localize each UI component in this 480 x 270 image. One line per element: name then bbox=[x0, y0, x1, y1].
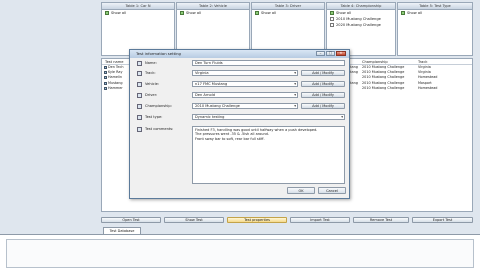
filter-panel-header: Table 3: Driver bbox=[252, 3, 324, 10]
field-dropdown[interactable]: n17 FMC Mustang bbox=[192, 81, 298, 87]
dialog-title-bar[interactable]: Test information setting – □ ✕ bbox=[130, 50, 349, 58]
remove-test-button[interactable]: Remove Test bbox=[353, 217, 409, 223]
filter-row[interactable]: Show all bbox=[398, 10, 472, 16]
field-label: Track: bbox=[145, 71, 156, 75]
filter-row-label: Show all bbox=[261, 11, 277, 15]
folder-icon bbox=[330, 11, 334, 15]
comments-textarea[interactable]: Finished F3, handling was good until hal… bbox=[192, 126, 345, 184]
field-icon bbox=[137, 115, 142, 120]
filter-panel-championship[interactable]: Table 4: Championship Show all 2010 Must… bbox=[326, 2, 396, 56]
column-header-track[interactable]: Track bbox=[418, 59, 458, 64]
filter-row-label: Show all bbox=[186, 11, 202, 15]
field-label: Test type: bbox=[145, 115, 163, 119]
field-label: Driver: bbox=[145, 93, 158, 97]
folder-icon bbox=[255, 11, 259, 15]
field-input[interactable]: Den Turn Fluids bbox=[192, 60, 345, 66]
filter-row-label: 2010 Mustang Challenge bbox=[336, 17, 381, 21]
bottom-panel-inner bbox=[6, 239, 474, 268]
field-label: Name: bbox=[145, 61, 157, 65]
column-header-championship[interactable]: Championship bbox=[362, 59, 418, 64]
field-icon bbox=[137, 104, 142, 109]
test-info-dialog[interactable]: Test information setting – □ ✕ Name: Den … bbox=[129, 49, 350, 199]
filter-panel-header: Table 1: Car N bbox=[102, 3, 174, 10]
column-header-test-name[interactable]: Test name bbox=[102, 59, 132, 64]
import-test-button[interactable]: Import Test bbox=[290, 217, 350, 223]
test-icon bbox=[104, 71, 107, 75]
add-modify-button[interactable]: Add / Modify bbox=[301, 70, 345, 76]
add-modify-button[interactable]: Add / Modify bbox=[301, 92, 345, 98]
filter-row[interactable]: Show all bbox=[102, 10, 174, 16]
test-properties-button[interactable]: Test properties bbox=[227, 217, 287, 223]
document-icon bbox=[330, 17, 334, 21]
comments-icon bbox=[137, 127, 142, 132]
filter-panel-header: Table 2: Vehicle bbox=[177, 3, 249, 10]
filter-row[interactable]: Show all bbox=[252, 10, 324, 16]
comment-line: Front sway bar to soft, rear bar full st… bbox=[195, 136, 265, 141]
cancel-button[interactable]: Cancel bbox=[318, 187, 346, 194]
folder-icon bbox=[105, 11, 109, 15]
field-icon bbox=[137, 61, 142, 66]
maximize-icon[interactable]: □ bbox=[326, 51, 335, 56]
field-icon bbox=[137, 71, 142, 76]
filter-panel-test-type[interactable]: Table 5: Test Type Show all bbox=[397, 2, 473, 56]
ok-button[interactable]: OK bbox=[287, 187, 315, 194]
minimize-icon[interactable]: – bbox=[316, 51, 325, 56]
filter-row[interactable]: 2020 Mustang Challenge bbox=[327, 22, 395, 28]
filter-row-label: Show all bbox=[336, 11, 352, 15]
filter-row-label: Show all bbox=[407, 11, 423, 15]
filter-panel-header: Table 5: Test Type bbox=[398, 3, 472, 10]
field-dropdown[interactable]: Den Arnold bbox=[192, 92, 298, 98]
filter-row-label: Show all bbox=[111, 11, 127, 15]
show-test-button[interactable]: Show Test bbox=[164, 217, 224, 223]
filter-row[interactable]: Show all bbox=[177, 10, 249, 16]
test-icon bbox=[104, 76, 107, 80]
filter-row-label: 2020 Mustang Challenge bbox=[336, 23, 381, 27]
comments-label: Test comments: bbox=[145, 127, 174, 131]
filter-panel-driver[interactable]: Table 3: Driver Show all bbox=[251, 2, 325, 56]
tab-test-database[interactable]: Test Database bbox=[103, 227, 141, 234]
open-test-button[interactable]: Open Test bbox=[101, 217, 161, 223]
cell-championship: 2010 Mustang Challenge bbox=[362, 85, 405, 90]
dialog-title: Test information setting bbox=[136, 51, 181, 56]
test-icon bbox=[104, 86, 107, 90]
add-modify-button[interactable]: Add / Modify bbox=[301, 81, 345, 87]
filter-panel-header: Table 4: Championship bbox=[327, 3, 395, 10]
add-modify-button[interactable]: Add / Modify bbox=[301, 103, 345, 109]
folder-icon bbox=[401, 11, 405, 15]
export-test-button[interactable]: Export Test bbox=[412, 217, 473, 223]
test-icon bbox=[104, 81, 107, 85]
test-icon bbox=[104, 66, 107, 70]
filter-panel-car[interactable]: Table 1: Car N Show all bbox=[101, 2, 175, 56]
document-icon bbox=[330, 23, 334, 27]
field-label: Championship: bbox=[145, 104, 172, 108]
cell-track: Homestead bbox=[418, 85, 438, 90]
field-dropdown[interactable]: Dynamic testing bbox=[192, 114, 345, 120]
field-dropdown[interactable]: Virginia bbox=[192, 70, 298, 76]
field-label: Vehicle: bbox=[145, 82, 160, 86]
folder-icon bbox=[180, 11, 184, 15]
field-dropdown[interactable]: 2010 Mustang Challenge bbox=[192, 103, 298, 109]
cell-test-name: Hammer bbox=[108, 85, 123, 90]
field-icon bbox=[137, 93, 142, 98]
filter-panel-vehicle[interactable]: Table 2: Vehicle Show all bbox=[176, 2, 250, 56]
field-icon bbox=[137, 82, 142, 87]
close-icon[interactable]: ✕ bbox=[336, 51, 346, 56]
